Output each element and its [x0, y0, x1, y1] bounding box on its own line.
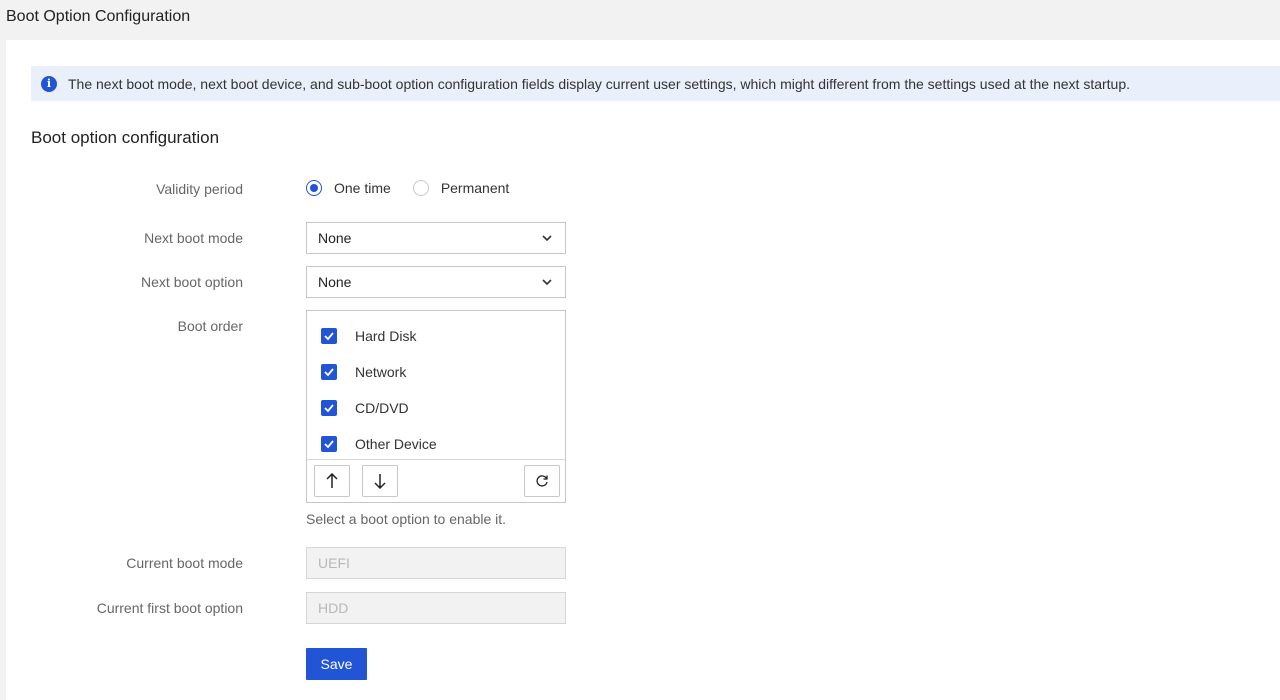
chevron-down-icon — [542, 235, 552, 242]
checkbox-checked[interactable] — [321, 364, 337, 380]
boot-order-item-other-device[interactable]: Other Device — [307, 426, 565, 462]
info-icon: i — [41, 75, 57, 92]
boot-order-item-cd-dvd[interactable]: CD/DVD — [307, 390, 565, 426]
boot-order-item-label: Other Device — [355, 436, 437, 452]
current-first-boot-option-label: Current first boot option — [96, 600, 243, 616]
info-text: The next boot mode, next boot device, an… — [68, 75, 1131, 92]
validity-period-radio-group: One time Permanent — [306, 180, 531, 196]
boot-order-label: Boot order — [177, 318, 243, 334]
radio-permanent-label: Permanent — [440, 180, 510, 196]
next-boot-mode-select[interactable]: None — [306, 222, 566, 254]
boot-order-toolbar — [307, 460, 565, 503]
validity-period-label: Validity period — [156, 181, 243, 197]
radio-one-time-indicator[interactable] — [306, 180, 322, 196]
move-up-button[interactable] — [314, 465, 350, 497]
save-button[interactable]: Save — [306, 648, 367, 680]
checkbox-checked[interactable] — [321, 400, 337, 416]
boot-order-box: Hard Disk Network CD/DVD Other Device — [306, 310, 566, 503]
page-title: Boot Option Configuration — [6, 8, 191, 25]
current-boot-mode-value: UEFI — [318, 555, 350, 571]
boot-order-item-label: CD/DVD — [355, 400, 409, 416]
current-first-boot-option-field: HDD — [306, 592, 566, 624]
info-banner: i The next boot mode, next boot device, … — [31, 66, 1280, 101]
section-title: Boot option configuration — [31, 128, 220, 147]
arrow-up-icon — [326, 473, 338, 488]
move-down-button[interactable] — [362, 465, 398, 497]
current-boot-mode-label: Current boot mode — [126, 555, 243, 571]
main-card: i The next boot mode, next boot device, … — [6, 40, 1280, 700]
current-boot-mode-field: UEFI — [306, 547, 566, 579]
reset-order-button[interactable] — [524, 465, 560, 497]
radio-permanent[interactable]: Permanent — [412, 180, 510, 196]
next-boot-option-label: Next boot option — [141, 274, 243, 290]
boot-order-item-hard-disk[interactable]: Hard Disk — [307, 318, 565, 354]
next-boot-mode-value: None — [318, 230, 352, 246]
next-boot-option-select[interactable]: None — [306, 266, 566, 298]
radio-one-time[interactable]: One time — [306, 180, 391, 196]
arrow-down-icon — [374, 474, 386, 489]
boot-order-item-label: Network — [355, 364, 407, 380]
checkbox-checked[interactable] — [321, 328, 337, 344]
radio-one-time-label: One time — [334, 180, 391, 196]
next-boot-option-value: None — [318, 274, 352, 290]
radio-permanent-indicator[interactable] — [412, 180, 429, 196]
checkbox-checked[interactable] — [321, 436, 337, 452]
next-boot-mode-label: Next boot mode — [144, 230, 243, 246]
chevron-down-icon — [542, 279, 552, 286]
current-first-boot-option-value: HDD — [318, 600, 349, 616]
boot-order-hint: Select a boot option to enable it. — [306, 511, 507, 527]
boot-order-item-label: Hard Disk — [355, 328, 417, 344]
boot-order-list: Hard Disk Network CD/DVD Other Device — [307, 311, 565, 460]
refresh-icon — [536, 475, 548, 487]
boot-order-item-network[interactable]: Network — [307, 354, 565, 390]
